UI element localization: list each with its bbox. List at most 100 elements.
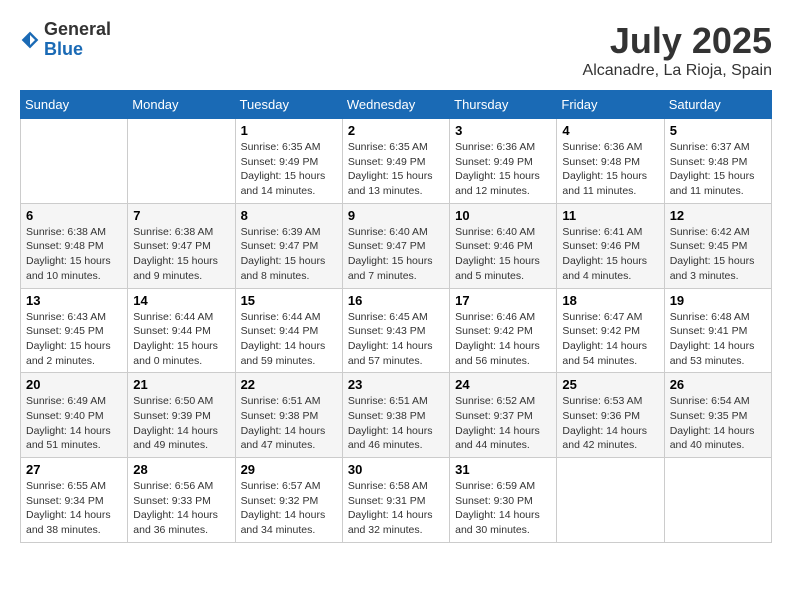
day-number: 25 [562,377,658,392]
calendar-cell: 13 Sunrise: 6:43 AMSunset: 9:45 PMDayligh… [21,288,128,373]
calendar-cell: 1 Sunrise: 6:35 AMSunset: 9:49 PMDaylight… [235,119,342,204]
calendar-cell: 31 Sunrise: 6:59 AMSunset: 9:30 PMDayligh… [450,458,557,543]
day-number: 8 [241,208,337,223]
day-number: 6 [26,208,122,223]
day-info: Sunrise: 6:43 AMSunset: 9:45 PMDaylight:… [26,310,122,369]
day-number: 2 [348,123,444,138]
day-info: Sunrise: 6:42 AMSunset: 9:45 PMDaylight:… [670,225,766,284]
calendar-cell: 29Sunrise: 6:57 AMSunset: 9:32 PMDayligh… [235,458,342,543]
calendar-week-row: 6 Sunrise: 6:38 AMSunset: 9:48 PMDaylight… [21,203,772,288]
day-number: 17 [455,293,551,308]
day-number: 7 [133,208,229,223]
calendar-cell: 3Sunrise: 6:36 AMSunset: 9:49 PMDaylight… [450,119,557,204]
day-info: Sunrise: 6:58 AMSunset: 9:31 PMDaylight:… [348,479,444,538]
day-info: Sunrise: 6:51 AMSunset: 9:38 PMDaylight:… [348,394,444,453]
day-number: 31 [455,462,551,477]
day-info: Sunrise: 6:46 AMSunset: 9:42 PMDaylight:… [455,310,551,369]
day-number: 14 [133,293,229,308]
weekday-header: Wednesday [342,91,449,119]
calendar-cell: 25 Sunrise: 6:53 AMSunset: 9:36 PMDayligh… [557,373,664,458]
calendar-week-row: 20Sunrise: 6:49 AMSunset: 9:40 PMDayligh… [21,373,772,458]
calendar-cell: 9 Sunrise: 6:40 AMSunset: 9:47 PMDaylight… [342,203,449,288]
logo: General Blue [20,20,111,60]
weekday-header: Tuesday [235,91,342,119]
day-number: 13 [26,293,122,308]
day-number: 23 [348,377,444,392]
calendar-cell: 2 Sunrise: 6:35 AMSunset: 9:49 PMDaylight… [342,119,449,204]
calendar-week-row: 27 Sunrise: 6:55 AMSunset: 9:34 PMDayligh… [21,458,772,543]
day-info: Sunrise: 6:50 AMSunset: 9:39 PMDaylight:… [133,394,229,453]
day-info: Sunrise: 6:40 AMSunset: 9:46 PMDaylight:… [455,225,551,284]
day-number: 10 [455,208,551,223]
day-number: 22 [241,377,337,392]
day-info: Sunrise: 6:52 AMSunset: 9:37 PMDaylight:… [455,394,551,453]
calendar-cell: 4Sunrise: 6:36 AMSunset: 9:48 PMDaylight… [557,119,664,204]
day-info: Sunrise: 6:45 AMSunset: 9:43 PMDaylight:… [348,310,444,369]
day-info: Sunrise: 6:35 AMSunset: 9:49 PMDaylight:… [241,140,337,199]
day-number: 16 [348,293,444,308]
day-info: Sunrise: 6:39 AMSunset: 9:47 PMDaylight:… [241,225,337,284]
day-number: 1 [241,123,337,138]
logo-general: General [44,20,111,40]
calendar-cell: 8 Sunrise: 6:39 AMSunset: 9:47 PMDaylight… [235,203,342,288]
weekday-header: Monday [128,91,235,119]
day-info: Sunrise: 6:59 AMSunset: 9:30 PMDaylight:… [455,479,551,538]
calendar-cell: 15 Sunrise: 6:44 AMSunset: 9:44 PMDayligh… [235,288,342,373]
day-info: Sunrise: 6:53 AMSunset: 9:36 PMDaylight:… [562,394,658,453]
day-number: 28 [133,462,229,477]
calendar-cell: 24 Sunrise: 6:52 AMSunset: 9:37 PMDayligh… [450,373,557,458]
day-info: Sunrise: 6:56 AMSunset: 9:33 PMDaylight:… [133,479,229,538]
calendar-cell [664,458,771,543]
calendar-cell: 10 Sunrise: 6:40 AMSunset: 9:46 PMDayligh… [450,203,557,288]
day-number: 19 [670,293,766,308]
calendar-cell: 16 Sunrise: 6:45 AMSunset: 9:43 PMDayligh… [342,288,449,373]
calendar-week-row: 1 Sunrise: 6:35 AMSunset: 9:49 PMDaylight… [21,119,772,204]
day-info: Sunrise: 6:47 AMSunset: 9:42 PMDaylight:… [562,310,658,369]
weekday-header: Thursday [450,91,557,119]
day-number: 11 [562,208,658,223]
logo-text: General Blue [44,20,111,60]
day-number: 5 [670,123,766,138]
calendar-cell: 19Sunrise: 6:48 AMSunset: 9:41 PMDayligh… [664,288,771,373]
day-number: 24 [455,377,551,392]
location-title: Alcanadre, La Rioja, Spain [583,62,772,80]
calendar-cell [128,119,235,204]
calendar-cell: 27 Sunrise: 6:55 AMSunset: 9:34 PMDayligh… [21,458,128,543]
calendar-table: SundayMondayTuesdayWednesdayThursdayFrid… [20,90,772,543]
day-number: 30 [348,462,444,477]
day-info: Sunrise: 6:38 AMSunset: 9:47 PMDaylight:… [133,225,229,284]
calendar-cell: 12 Sunrise: 6:42 AMSunset: 9:45 PMDayligh… [664,203,771,288]
calendar-cell: 22 Sunrise: 6:51 AMSunset: 9:38 PMDayligh… [235,373,342,458]
calendar-cell [21,119,128,204]
calendar-cell: 17 Sunrise: 6:46 AMSunset: 9:42 PMDayligh… [450,288,557,373]
day-info: Sunrise: 6:54 AMSunset: 9:35 PMDaylight:… [670,394,766,453]
day-number: 20 [26,377,122,392]
day-info: Sunrise: 6:57 AMSunset: 9:32 PMDaylight:… [241,479,337,538]
day-info: Sunrise: 6:36 AMSunset: 9:48 PMDaylight:… [562,140,658,199]
calendar-cell: 14 Sunrise: 6:44 AMSunset: 9:44 PMDayligh… [128,288,235,373]
calendar-cell: 6 Sunrise: 6:38 AMSunset: 9:48 PMDaylight… [21,203,128,288]
calendar-cell: 11 Sunrise: 6:41 AMSunset: 9:46 PMDayligh… [557,203,664,288]
day-number: 18 [562,293,658,308]
day-number: 12 [670,208,766,223]
weekday-header-row: SundayMondayTuesdayWednesdayThursdayFrid… [21,91,772,119]
day-info: Sunrise: 6:40 AMSunset: 9:47 PMDaylight:… [348,225,444,284]
day-info: Sunrise: 6:44 AMSunset: 9:44 PMDaylight:… [241,310,337,369]
day-info: Sunrise: 6:41 AMSunset: 9:46 PMDaylight:… [562,225,658,284]
day-number: 27 [26,462,122,477]
title-block: July 2025 Alcanadre, La Rioja, Spain [583,20,772,80]
day-info: Sunrise: 6:37 AMSunset: 9:48 PMDaylight:… [670,140,766,199]
day-number: 9 [348,208,444,223]
weekday-header: Saturday [664,91,771,119]
day-info: Sunrise: 6:51 AMSunset: 9:38 PMDaylight:… [241,394,337,453]
day-info: Sunrise: 6:44 AMSunset: 9:44 PMDaylight:… [133,310,229,369]
page-header: General Blue July 2025 Alcanadre, La Rio… [20,20,772,80]
day-info: Sunrise: 6:35 AMSunset: 9:49 PMDaylight:… [348,140,444,199]
day-info: Sunrise: 6:38 AMSunset: 9:48 PMDaylight:… [26,225,122,284]
calendar-cell: 5 Sunrise: 6:37 AMSunset: 9:48 PMDaylight… [664,119,771,204]
day-number: 26 [670,377,766,392]
calendar-cell: 26 Sunrise: 6:54 AMSunset: 9:35 PMDayligh… [664,373,771,458]
day-number: 15 [241,293,337,308]
day-info: Sunrise: 6:55 AMSunset: 9:34 PMDaylight:… [26,479,122,538]
calendar-cell [557,458,664,543]
